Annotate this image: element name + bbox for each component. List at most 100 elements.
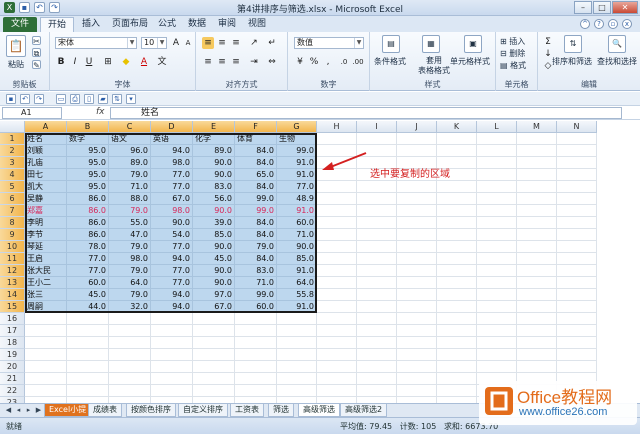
table-cell[interactable] (151, 349, 193, 361)
table-cell[interactable] (557, 181, 597, 193)
table-cell[interactable] (397, 241, 437, 253)
row-header[interactable]: 9 (0, 229, 25, 241)
italic-button[interactable]: I (69, 56, 81, 68)
table-cell[interactable]: 99.0 (235, 193, 277, 205)
table-cell[interactable]: 84.0 (235, 181, 277, 193)
table-cell[interactable]: 91.0 (277, 157, 317, 169)
table-cell[interactable] (437, 217, 477, 229)
increase-decimal-icon[interactable]: .0 (338, 56, 350, 68)
table-cell[interactable] (557, 301, 597, 313)
table-cell[interactable] (397, 133, 437, 145)
row-header[interactable]: 8 (0, 217, 25, 229)
table-cell[interactable] (357, 217, 397, 229)
table-cell[interactable] (437, 205, 477, 217)
row-header[interactable]: 19 (0, 349, 25, 361)
table-cell[interactable] (557, 241, 597, 253)
row-header[interactable]: 1 (0, 133, 25, 145)
column-header-k[interactable]: K (437, 121, 477, 133)
table-cell[interactable]: 郑嘉 (25, 205, 67, 217)
print-preview-icon[interactable]: ▭ (56, 94, 66, 104)
conditional-format-icon[interactable]: ▤ (382, 35, 400, 53)
table-cell[interactable] (193, 385, 235, 397)
table-cell[interactable] (109, 361, 151, 373)
cell-styles-icon[interactable]: ▣ (464, 35, 482, 53)
table-cell[interactable]: 91.0 (277, 205, 317, 217)
table-cell[interactable] (517, 337, 557, 349)
maximize-button[interactable]: □ (593, 1, 611, 14)
table-cell[interactable]: 刘颖 (25, 145, 67, 157)
table-cell[interactable]: 95.0 (67, 181, 109, 193)
sort-filter-icon[interactable]: ⇅ (564, 35, 582, 53)
table-cell[interactable] (357, 289, 397, 301)
table-cell[interactable] (397, 361, 437, 373)
table-cell[interactable]: 48.9 (277, 193, 317, 205)
table-cell[interactable] (397, 265, 437, 277)
table-cell[interactable]: 77.0 (67, 265, 109, 277)
table-cell[interactable]: 84.0 (235, 145, 277, 157)
table-cell[interactable] (193, 373, 235, 385)
table-cell[interactable] (517, 241, 557, 253)
align-center-icon[interactable]: ≡ (216, 56, 228, 68)
table-cell[interactable]: 77.0 (151, 169, 193, 181)
sheet-tab[interactable]: Excel小提 (44, 404, 92, 417)
tab-insert[interactable]: 插入 (76, 17, 106, 32)
table-cell[interactable] (67, 313, 109, 325)
column-header-n[interactable]: N (557, 121, 597, 133)
table-cell[interactable] (477, 361, 517, 373)
table-cell[interactable] (357, 181, 397, 193)
table-cell[interactable] (317, 313, 357, 325)
table-cell[interactable] (477, 253, 517, 265)
table-cell[interactable] (235, 313, 277, 325)
table-cell[interactable]: 86.0 (67, 217, 109, 229)
table-cell[interactable]: 90.0 (193, 265, 235, 277)
table-cell[interactable]: 99.0 (235, 205, 277, 217)
table-cell[interactable] (557, 265, 597, 277)
table-cell[interactable] (437, 277, 477, 289)
table-cell[interactable] (317, 385, 357, 397)
table-cell[interactable] (277, 361, 317, 373)
table-cell[interactable]: 张大民 (25, 265, 67, 277)
table-cell[interactable]: 97.0 (193, 289, 235, 301)
table-cell[interactable] (25, 337, 67, 349)
minimize-button[interactable]: – (574, 1, 592, 14)
align-bottom-icon[interactable]: ≡ (230, 37, 242, 49)
bold-button[interactable]: B (55, 56, 67, 68)
cell-styles-label[interactable]: 单元格样式 (450, 56, 490, 67)
customize-qat-icon[interactable]: ▾ (126, 94, 136, 104)
table-cell[interactable]: 90.0 (151, 217, 193, 229)
table-cell[interactable] (477, 337, 517, 349)
phonetic-icon[interactable]: 文 (156, 56, 168, 68)
table-cell[interactable] (397, 289, 437, 301)
table-cell[interactable]: 39.0 (193, 217, 235, 229)
format-painter-icon[interactable]: ✎ (32, 60, 41, 70)
table-cell[interactable] (277, 349, 317, 361)
table-cell[interactable]: 84.0 (235, 217, 277, 229)
row-header[interactable]: 18 (0, 337, 25, 349)
prev-sheet-icon[interactable]: ◂ (14, 406, 23, 415)
row-header[interactable]: 7 (0, 205, 25, 217)
tab-formulas[interactable]: 公式 (152, 17, 182, 32)
table-cell[interactable] (357, 373, 397, 385)
sheet-tab[interactable]: 高级筛选 (298, 404, 340, 417)
table-cell[interactable] (517, 217, 557, 229)
table-cell[interactable] (193, 337, 235, 349)
table-cell[interactable] (151, 313, 193, 325)
column-header-e[interactable]: E (193, 121, 235, 133)
table-cell[interactable] (557, 325, 597, 337)
row-header[interactable]: 10 (0, 241, 25, 253)
table-cell[interactable] (357, 229, 397, 241)
tab-review[interactable]: 审阅 (212, 17, 242, 32)
conditional-format-label[interactable]: 条件格式 (374, 56, 406, 67)
table-cell[interactable] (517, 313, 557, 325)
table-cell[interactable] (557, 277, 597, 289)
table-cell[interactable] (437, 265, 477, 277)
table-cell[interactable]: 47.0 (109, 229, 151, 241)
shrink-font-icon[interactable]: A (182, 37, 194, 49)
table-cell[interactable] (317, 265, 357, 277)
table-cell[interactable] (477, 169, 517, 181)
worksheet-grid[interactable]: A B C D E F G H I J K L M N 1 姓名 数学 语文 英语 化学 体育 生物 2 刘颖 95.0 96.0… (0, 121, 640, 403)
table-cell[interactable] (67, 325, 109, 337)
table-cell[interactable] (397, 193, 437, 205)
table-cell[interactable]: 95.0 (67, 145, 109, 157)
table-cell[interactable] (517, 205, 557, 217)
